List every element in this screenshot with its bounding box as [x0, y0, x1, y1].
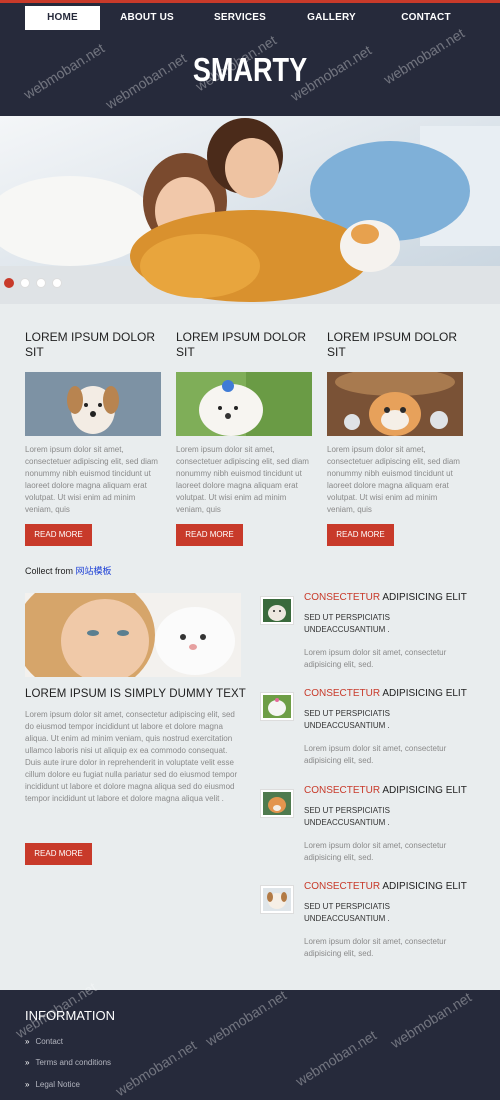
list-item-text: Lorem ipsum dolor sit amet, consectetur …	[304, 841, 447, 862]
footer-link-label: Legal Notice	[35, 1080, 80, 1089]
slider-dot[interactable]	[36, 278, 46, 288]
column-image-white-puppy	[176, 372, 312, 436]
slider-dots	[4, 278, 62, 288]
nav-contact[interactable]: CONTACT	[377, 6, 475, 30]
column-image-puppy	[25, 372, 161, 436]
nav-home[interactable]: HOME	[25, 6, 100, 30]
column-text: Lorem ipsum dolor sit amet, consectetuer…	[25, 445, 158, 514]
list-item-subtitle-line2: UNDEACCUSANTIUM .	[304, 818, 390, 827]
list-item-highlight: CONSECTETUR	[304, 592, 381, 603]
list-item-highlight: CONSECTETUR	[304, 785, 381, 796]
list-item-highlight: CONSECTETUR	[304, 688, 381, 699]
collect-line: Collect from 网站模板	[25, 564, 112, 577]
list-item-subtitle-line1: SED UT PERSPICIATIS	[304, 902, 390, 911]
hero-slider[interactable]	[0, 116, 500, 304]
column-title: LOREM IPSUM DOLOR SIT	[176, 330, 307, 359]
list-item: CONSECTETUR ADIPISICING ELIT SED UT PERS…	[260, 688, 475, 778]
nav-about-us[interactable]: ABOUT US	[100, 6, 194, 30]
feature-title: LOREM IPSUM IS SIMPLY DUMMY TEXT	[25, 688, 246, 700]
list-thumb-image	[260, 789, 294, 818]
list-item: CONSECTETUR ADIPISICING ELIT SED UT PERS…	[260, 592, 475, 682]
main-nav: HOME ABOUT US SERVICES GALLERY CONTACT	[25, 6, 475, 30]
footer-link-terms[interactable]: » Terms and conditions	[25, 1058, 111, 1067]
footer-link-label: Terms and conditions	[35, 1058, 112, 1067]
list-item: CONSECTETUR ADIPISICING ELIT SED UT PERS…	[260, 881, 475, 971]
list-item-subtitle-line2: UNDEACCUSANTIUM .	[304, 625, 390, 634]
nav-services[interactable]: SERVICES	[194, 6, 286, 30]
double-chevron-right-icon: »	[25, 1058, 30, 1067]
feature-image-woman-cat	[25, 593, 241, 677]
column-image-kitten	[327, 372, 463, 436]
column-text: Lorem ipsum dolor sit amet, consectetuer…	[327, 445, 460, 514]
site-footer: INFORMATION » Contact » Terms and conditio…	[0, 979, 500, 1100]
list-item-subtitle-line2: UNDEACCUSANTIUM .	[304, 721, 390, 730]
feature-column: LOREM IPSUM DOLOR SIT Lorem ipsum dolor …	[327, 330, 463, 546]
feature-column: LOREM IPSUM DOLOR SIT Lorem ipsum dolor …	[25, 330, 161, 546]
slider-dot[interactable]	[52, 278, 62, 288]
read-more-button[interactable]: READ MORE	[327, 524, 394, 546]
list-item-title-rest: ADIPISICING ELIT	[380, 688, 467, 699]
list-item-subtitle: SED UT PERSPICIATIS UNDEACCUSANTIUM .	[304, 708, 390, 732]
watermark-text: webmoban.net	[202, 986, 290, 1050]
read-more-button[interactable]: READ MORE	[25, 843, 92, 865]
read-more-button[interactable]: READ MORE	[25, 524, 92, 546]
list-item-title[interactable]: CONSECTETUR ADIPISICING ELIT	[304, 592, 467, 603]
collect-link[interactable]: 网站模板	[76, 566, 112, 576]
feature-column: LOREM IPSUM DOLOR SIT Lorem ipsum dolor …	[176, 330, 312, 546]
site-logo[interactable]: SMARTY	[45, 51, 455, 89]
list-item-title-rest: ADIPISICING ELIT	[380, 592, 467, 603]
list-item-text: Lorem ipsum dolor sit amet, consectetur …	[304, 744, 447, 765]
double-chevron-right-icon: »	[25, 1080, 30, 1089]
list-item-title[interactable]: CONSECTETUR ADIPISICING ELIT	[304, 881, 467, 892]
watermark-text: webmoban.net	[387, 988, 475, 1052]
footer-title: INFORMATION	[25, 1008, 116, 1023]
footer-link-legal-notice[interactable]: » Legal Notice	[25, 1080, 80, 1089]
slider-dot[interactable]	[20, 278, 30, 288]
hero-image	[0, 116, 500, 304]
slider-dot[interactable]	[4, 278, 14, 288]
list-item-subtitle: SED UT PERSPICIATIS UNDEACCUSANTIUM .	[304, 805, 390, 829]
list-thumb-image	[260, 692, 294, 721]
list-item-text: Lorem ipsum dolor sit amet, consectetur …	[304, 648, 447, 669]
list-item-text: Lorem ipsum dolor sit amet, consectetur …	[304, 937, 447, 958]
feature-text: Lorem ipsum dolor sit amet, consectetur …	[25, 710, 238, 803]
nav-gallery[interactable]: GALLERY	[286, 6, 377, 30]
site-header: HOME ABOUT US SERVICES GALLERY CONTACT S…	[0, 0, 500, 116]
watermark-text: webmoban.net	[292, 1026, 380, 1090]
list-thumb-image	[260, 596, 294, 625]
list-item: CONSECTETUR ADIPISICING ELIT SED UT PERS…	[260, 785, 475, 875]
list-item-title[interactable]: CONSECTETUR ADIPISICING ELIT	[304, 688, 467, 699]
footer-link-contact[interactable]: » Contact	[25, 1037, 63, 1046]
list-item-title[interactable]: CONSECTETUR ADIPISICING ELIT	[304, 785, 467, 796]
list-thumb-image	[260, 885, 294, 914]
collect-prefix: Collect from	[25, 566, 76, 576]
list-item-title-rest: ADIPISICING ELIT	[380, 785, 467, 796]
list-item-subtitle-line1: SED UT PERSPICIATIS	[304, 709, 390, 718]
list-item-subtitle: SED UT PERSPICIATIS UNDEACCUSANTIUM .	[304, 901, 390, 925]
list-item-subtitle-line2: UNDEACCUSANTIUM .	[304, 914, 390, 923]
list-item-highlight: CONSECTETUR	[304, 881, 381, 892]
list-item-subtitle-line1: SED UT PERSPICIATIS	[304, 613, 390, 622]
double-chevron-right-icon: »	[25, 1037, 30, 1046]
watermark-text: webmoban.net	[112, 1036, 200, 1100]
column-title: LOREM IPSUM DOLOR SIT	[25, 330, 156, 359]
column-title: LOREM IPSUM DOLOR SIT	[327, 330, 458, 359]
column-text: Lorem ipsum dolor sit amet, consectetuer…	[176, 445, 309, 514]
list-item-subtitle-line1: SED UT PERSPICIATIS	[304, 806, 390, 815]
list-item-title-rest: ADIPISICING ELIT	[380, 881, 467, 892]
list-item-subtitle: SED UT PERSPICIATIS UNDEACCUSANTIUM .	[304, 612, 390, 636]
read-more-button[interactable]: READ MORE	[176, 524, 243, 546]
footer-link-label: Contact	[35, 1037, 64, 1046]
